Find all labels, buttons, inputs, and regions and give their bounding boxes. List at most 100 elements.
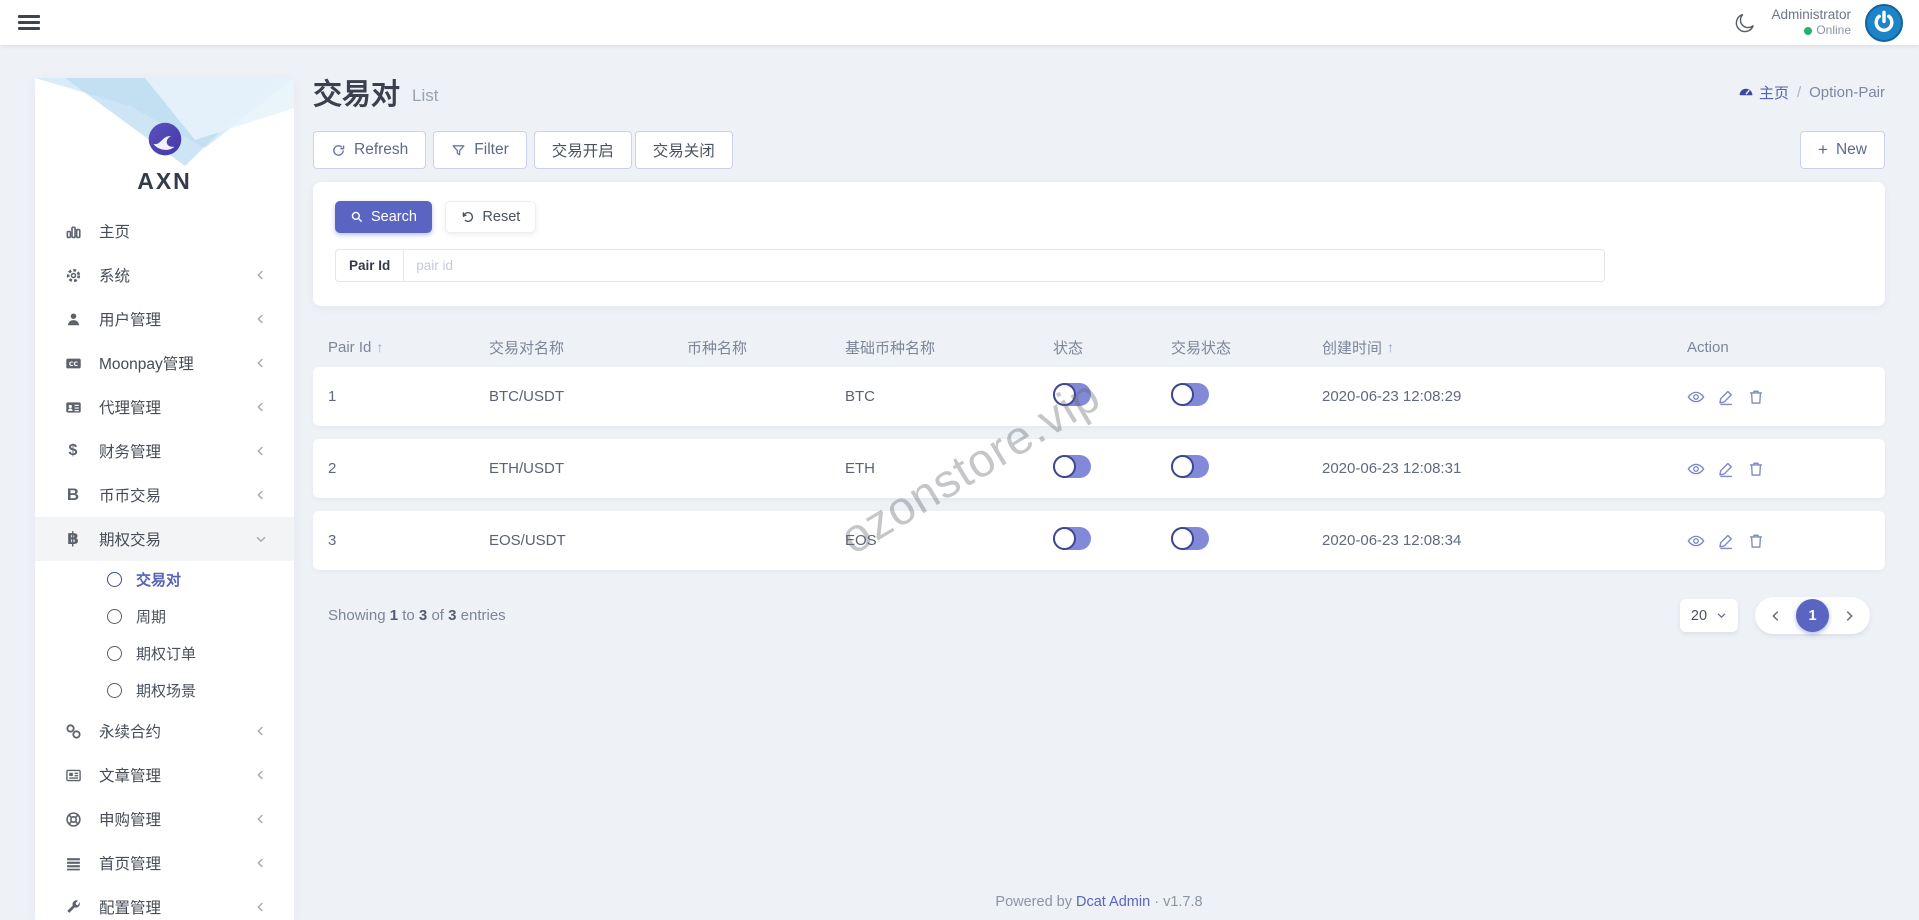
sidebar-item-system[interactable]: 系统 [35,253,294,297]
logo[interactable]: AXN [35,78,294,195]
trade-close-button[interactable]: 交易关闭 [634,131,733,169]
chevron-left-icon [254,900,268,914]
sidebar-subitem-label: 期权订单 [136,646,197,663]
page-footer: Powered by Dcat Admin · v1.7.8 [995,894,1203,910]
row-actions [1687,388,1885,406]
view-eye-icon[interactable] [1687,388,1705,406]
menu-toggle-icon[interactable] [18,11,40,33]
current-page-button[interactable]: 1 [1796,599,1829,632]
chart-bar-icon [64,222,82,240]
dark-mode-moon-icon[interactable] [1733,11,1757,35]
cell-base-coin: ETH [845,460,875,477]
toggle-knob [1171,383,1194,406]
sidebar-item-home[interactable]: 主页 [35,209,294,253]
chevron-left-icon [254,768,268,782]
filter-button[interactable]: Filter [433,131,527,169]
status-toggle[interactable] [1053,383,1091,406]
row-actions [1687,532,1885,550]
sidebar-item-subscription[interactable]: 申购管理 [35,797,294,841]
cell-pair-name: EOS/USDT [489,532,566,549]
next-page-icon[interactable] [1842,609,1856,623]
logo-text: AXN [137,168,192,194]
list-icon [64,854,82,872]
sidebar-item-agents[interactable]: 代理管理 [35,385,294,429]
sidebar-item-users[interactable]: 用户管理 [35,297,294,341]
reset-button[interactable]: Reset [445,201,537,233]
trade-open-button[interactable]: 交易开启 [533,131,632,169]
sidebar-item-spot-trade[interactable]: B 币币交易 [35,473,294,517]
edit-pencil-icon[interactable] [1717,388,1735,406]
sidebar-subitem-period[interactable]: 周期 [35,598,294,635]
cell-created-at: 2020-06-23 12:08:31 [1322,460,1462,477]
sidebar-item-config[interactable]: 配置管理 [35,885,294,920]
sidebar-item-finance[interactable]: $ 财务管理 [35,429,294,473]
toggle-knob [1053,383,1076,406]
sidebar-subitem-label: 期权场景 [136,683,197,700]
column-header[interactable]: 创建时间 ↑ [1322,337,1687,358]
column-header[interactable]: Pair Id ↑ [328,339,489,356]
sidebar-item-label: 系统 [99,268,131,285]
sidebar-item-perpetual[interactable]: 永续合约 [35,709,294,753]
sidebar-item-option-trade[interactable]: ฿ 期权交易 [35,517,294,561]
circle-icon [107,683,122,698]
breadcrumb-home[interactable]: 主页 [1738,82,1789,103]
new-button[interactable]: + New [1800,131,1885,169]
sidebar-item-moonpay[interactable]: CC Moonpay管理 [35,341,294,385]
main-content: 交易对 List 主页 / Option-Pair Refresh Filter… [313,45,1919,920]
cell-created-at: 2020-06-23 12:08:29 [1322,388,1462,405]
chevron-down-icon [1717,613,1726,619]
dollar-icon: $ [68,442,78,459]
dcat-admin-link[interactable]: Dcat Admin [1076,894,1150,910]
pair-id-input[interactable] [404,250,1604,281]
sidebar-item-label: 文章管理 [99,768,162,785]
circle-icon [107,646,122,661]
edit-pencil-icon[interactable] [1717,460,1735,478]
avatar[interactable] [1865,3,1903,42]
sort-asc-icon[interactable]: ↑ [376,339,383,355]
chevron-left-icon [254,724,268,738]
sidebar-subitem-option-scene[interactable]: 期权场景 [35,672,294,709]
online-dot-icon [1804,26,1813,35]
dashboard-icon [1739,88,1753,96]
trade-status-toggle[interactable] [1171,527,1209,550]
refresh-button[interactable]: Refresh [313,131,427,169]
trade-status-toggle[interactable] [1171,455,1209,478]
filter-icon [452,144,465,155]
chevron-left-icon [254,312,268,326]
edit-pencil-icon[interactable] [1717,532,1735,550]
status-toggle[interactable] [1053,455,1091,478]
sidebar-subitem-label: 交易对 [136,572,182,589]
sidebar-item-articles[interactable]: 文章管理 [35,753,294,797]
gear-icon [64,266,82,284]
delete-trash-icon[interactable] [1747,532,1765,550]
sidebar-subitem-option-order[interactable]: 期权订单 [35,635,294,672]
column-header: 基础币种名称 [845,339,936,357]
user-block[interactable]: Administrator Online [1771,7,1851,39]
search-icon [351,211,363,223]
prev-page-icon[interactable] [1769,609,1783,623]
sidebar-item-homepage[interactable]: 首页管理 [35,841,294,885]
page-title: 交易对 [313,79,401,111]
sidebar-item-label: Moonpay管理 [99,356,194,373]
view-eye-icon[interactable] [1687,460,1705,478]
page-size-select[interactable]: 20 [1680,599,1738,632]
sidebar-subitem-option-pair[interactable]: 交易对 [35,561,294,598]
sidebar-item-label: 永续合约 [99,724,162,741]
status-toggle[interactable] [1053,527,1091,550]
sidebar: AXN 主页 系统 用户管理 CC Moonpay管理 代理管理 $ 财务管理 … [35,78,294,920]
trade-status-toggle[interactable] [1171,383,1209,406]
delete-trash-icon[interactable] [1747,388,1765,406]
cell-pair-id: 3 [328,532,337,549]
sidebar-item-label: 首页管理 [99,856,162,873]
svg-text:CC: CC [68,360,78,368]
power-icon [1874,10,1894,32]
column-header: 币种名称 [687,339,748,357]
delete-trash-icon[interactable] [1747,460,1765,478]
circle-icon [107,572,122,587]
search-button[interactable]: Search [335,201,432,233]
chevron-left-icon [254,356,268,370]
sort-asc-icon[interactable]: ↑ [1387,339,1394,355]
sidebar-item-label: 币币交易 [99,488,162,505]
cell-pair-id: 2 [328,460,337,477]
view-eye-icon[interactable] [1687,532,1705,550]
